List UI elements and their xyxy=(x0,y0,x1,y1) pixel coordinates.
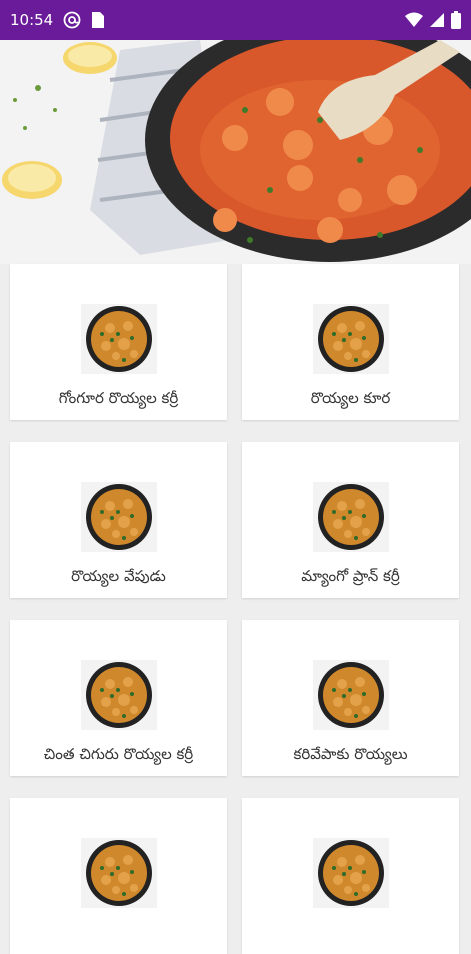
curry-bowl-icon xyxy=(312,660,389,730)
recipe-card-8[interactable] xyxy=(242,798,459,954)
recipe-card-1[interactable]: గోంగూర రొయ్యల కర్రీ xyxy=(10,264,227,420)
recipe-card-3[interactable]: రొయ్యల వేపుడు xyxy=(10,442,227,598)
curry-bowl-icon xyxy=(312,482,389,552)
at-sign-icon xyxy=(63,11,81,29)
curry-bowl-icon xyxy=(80,304,157,374)
signal-icon xyxy=(429,12,445,28)
recipe-card-7[interactable] xyxy=(10,798,227,954)
curry-bowl-icon xyxy=(80,838,157,908)
curry-bowl-icon xyxy=(80,660,157,730)
curry-bowl-icon xyxy=(312,304,389,374)
recipe-card-5[interactable]: చింత చిగురు రొయ్యల కర్రీ xyxy=(10,620,227,776)
hero-image xyxy=(0,40,471,264)
recipe-label: రొయ్యల కూర xyxy=(310,389,391,407)
recipe-label: చింత చిగురు రొయ్యల కర్రీ xyxy=(43,745,194,763)
recipe-label: కరివేపాకు రొయ్యలు xyxy=(293,745,408,763)
recipe-card-4[interactable]: మ్యాంగో ప్రాన్ కర్రీ xyxy=(242,442,459,598)
sim-card-icon xyxy=(91,11,105,29)
status-bar: 10:54 xyxy=(0,0,471,40)
curry-bowl-icon xyxy=(312,838,389,908)
recipe-card-6[interactable]: కరివేపాకు రొయ్యలు xyxy=(242,620,459,776)
battery-icon xyxy=(451,11,461,29)
status-time: 10:54 xyxy=(10,11,54,29)
recipe-label: మ్యాంగో ప్రాన్ కర్రీ xyxy=(301,567,400,585)
curry-bowl-icon xyxy=(80,482,157,552)
recipe-label: గోంగూర రొయ్యల కర్రీ xyxy=(58,389,179,407)
wifi-icon xyxy=(405,12,423,28)
recipe-label: రొయ్యల వేపుడు xyxy=(71,567,166,585)
recipe-card-2[interactable]: రొయ్యల కూర xyxy=(242,264,459,420)
